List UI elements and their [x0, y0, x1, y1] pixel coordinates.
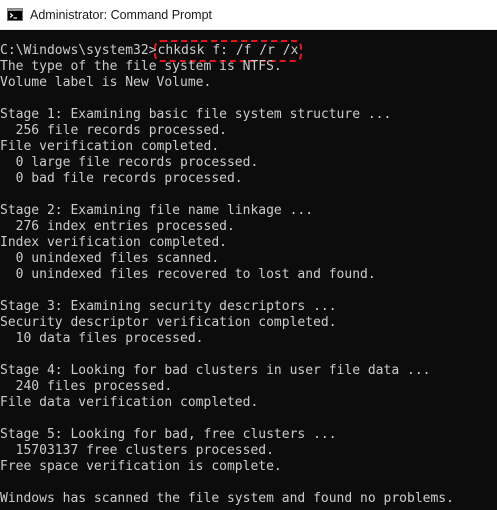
console-output-line: Stage 4: Looking for bad clusters in use…	[0, 363, 431, 378]
prompt-path: C:\Windows\system32>	[0, 43, 157, 58]
highlighted-command: chkdsk f: /f /r /x	[153, 40, 303, 62]
console-output-line: 240 files processed.	[0, 379, 173, 394]
console-output-line: 256 file records processed.	[0, 123, 227, 138]
console-output: C:\Windows\system32>chkdsk f: /f /r /x T…	[0, 40, 454, 507]
console-output-line: 276 index entries processed.	[0, 219, 235, 234]
console-output-line: 0 bad file records processed.	[0, 171, 243, 186]
command-prompt-window: Administrator: Command Prompt C:\Windows…	[0, 0, 497, 510]
console-output-line: The type of the file system is NTFS.	[0, 59, 282, 74]
console-output-line: 10 data files processed.	[0, 331, 204, 346]
console-output-line: 0 unindexed files recovered to lost and …	[0, 267, 376, 282]
console-output-line: Stage 1: Examining basic file system str…	[0, 107, 392, 122]
console-output-line: Stage 5: Looking for bad, free clusters …	[0, 427, 337, 442]
prompt-line: C:\Windows\system32>chkdsk f: /f /r /x	[0, 40, 454, 62]
console-output-line: Index verification completed.	[0, 235, 227, 250]
console-output-line: Windows has scanned the file system and …	[0, 491, 454, 506]
console-output-line: Stage 2: Examining file name linkage ...	[0, 203, 314, 218]
console-output-line: 0 large file records processed.	[0, 155, 259, 170]
cmd-console-icon	[7, 8, 23, 21]
window-title: Administrator: Command Prompt	[30, 7, 213, 22]
console-output-line: Free space verification is complete.	[0, 459, 282, 474]
console-output-line: 15703137 free clusters processed.	[0, 443, 274, 458]
console-output-line: File data verification completed.	[0, 395, 259, 410]
console-output-line: Volume label is New Volume.	[0, 75, 212, 90]
console-output-line: Stage 3: Examining security descriptors …	[0, 299, 337, 314]
console-output-line: Security descriptor verification complet…	[0, 315, 337, 330]
console-area[interactable]: C:\Windows\system32>chkdsk f: /f /r /x T…	[0, 30, 497, 510]
console-output-line: File verification completed.	[0, 139, 220, 154]
title-bar[interactable]: Administrator: Command Prompt	[0, 0, 497, 30]
console-output-line: 0 unindexed files scanned.	[0, 251, 220, 266]
